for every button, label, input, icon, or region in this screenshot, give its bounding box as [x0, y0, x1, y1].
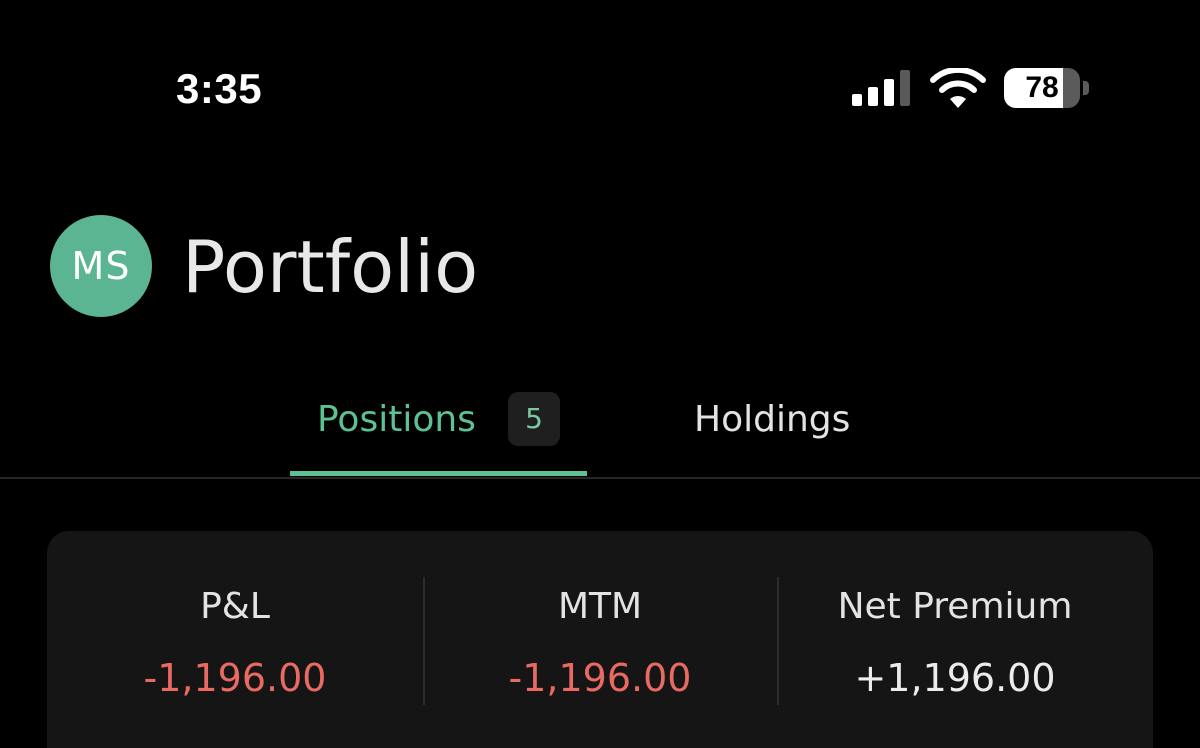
- battery-icon: 78: [1004, 68, 1090, 108]
- battery-cap: [1083, 81, 1089, 95]
- page-title: Portfolio: [182, 225, 479, 309]
- wifi-icon: [930, 68, 986, 108]
- tab-bar: Positions 5 Holdings: [0, 380, 1200, 479]
- mtm-value: -1,196.00: [508, 656, 692, 700]
- cellular-signal-icon: [852, 70, 910, 106]
- net-premium-value: +1,196.00: [854, 656, 1056, 700]
- active-tab-indicator: [290, 471, 587, 476]
- mtm-label: MTM: [557, 586, 643, 627]
- mtm-metric: MTM -1,196.00: [423, 531, 777, 731]
- positions-count-badge: 5: [508, 392, 560, 446]
- net-premium-metric: Net Premium +1,196.00: [777, 531, 1133, 731]
- pnl-value: -1,196.00: [143, 656, 327, 700]
- avatar[interactable]: MS: [50, 215, 152, 317]
- tab-holdings[interactable]: Holdings: [694, 398, 850, 442]
- net-premium-label: Net Premium: [837, 586, 1073, 627]
- status-time: 3:35: [176, 65, 263, 112]
- pnl-label: P&L: [200, 586, 270, 627]
- summary-card: P&L -1,196.00 MTM -1,196.00 Net Premium …: [47, 531, 1153, 748]
- tab-positions[interactable]: Positions 5: [290, 380, 587, 477]
- battery-body: 78: [1004, 68, 1080, 108]
- tab-positions-label: Positions: [317, 399, 476, 440]
- battery-level: 78: [1025, 71, 1059, 104]
- app-screen: 3:35 78 MS Portfolio Positions 5 Holding…: [0, 0, 1200, 748]
- pnl-metric: P&L -1,196.00: [47, 531, 423, 731]
